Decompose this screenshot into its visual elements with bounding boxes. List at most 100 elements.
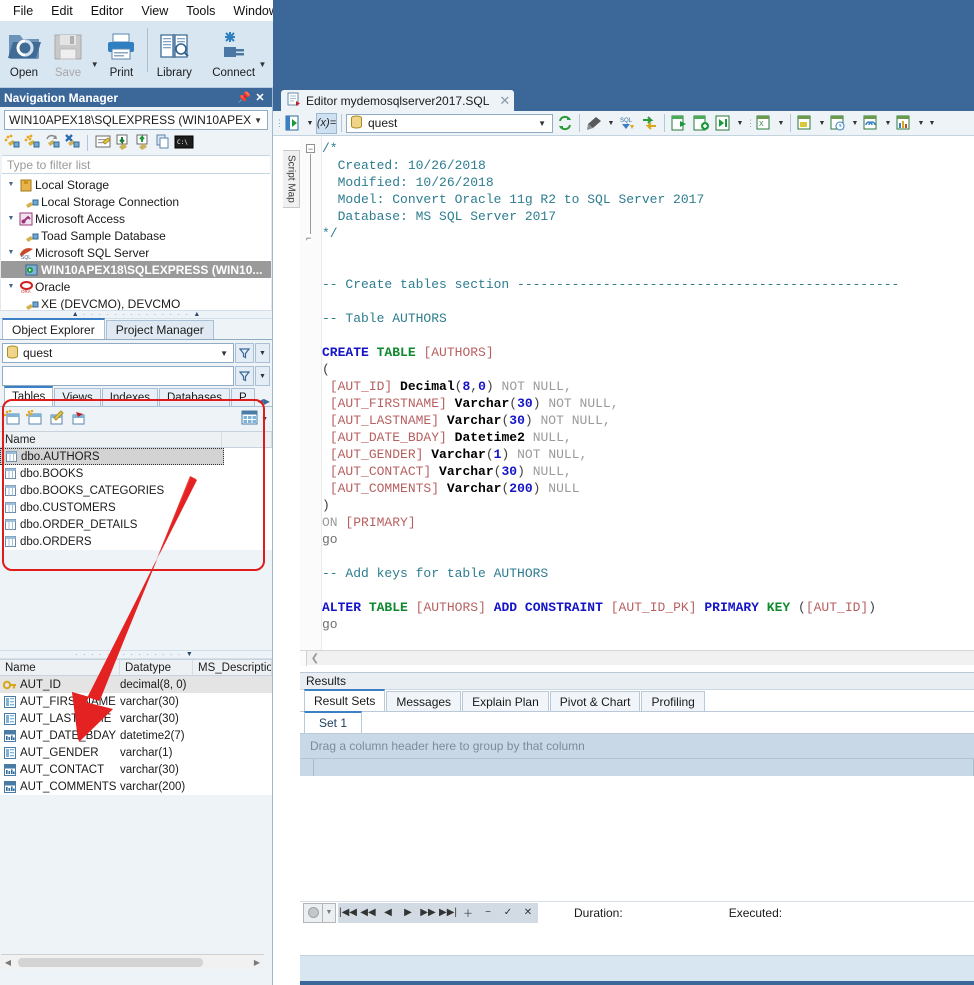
expander-icon[interactable]: ▼ [5, 215, 17, 222]
columns-header-name[interactable]: Name [0, 660, 120, 675]
scroll-right-icon[interactable]: ▶ [250, 958, 264, 967]
tab-object-explorer[interactable]: Object Explorer [2, 318, 105, 339]
table-row-order-details[interactable]: dbo.ORDER_DETAILS [0, 516, 272, 533]
toolbar-button-connect[interactable]: Connect [209, 24, 257, 79]
table-row-books[interactable]: dbo.BOOKS [0, 465, 272, 482]
toolbar-button-open[interactable]: Open [2, 24, 46, 79]
sql-execute-button[interactable] [639, 113, 660, 134]
step-execute-button[interactable] [713, 113, 734, 134]
step-dropdown-icon[interactable]: ▼ [735, 120, 745, 127]
toolbar-drag-handle[interactable]: ⋮ [275, 118, 284, 127]
execute-statement-button[interactable] [669, 113, 690, 134]
export-connections-icon[interactable] [134, 133, 152, 153]
toolbar-button-print[interactable]: Print [99, 24, 143, 79]
commit-record-icon[interactable]: ✓ [498, 907, 518, 918]
tree-node-toad-sample-database[interactable]: Toad Sample Database [1, 227, 271, 244]
toolbar-overflow-icon[interactable]: ▼ [927, 120, 937, 127]
column-row-aut-contact[interactable]: AUT_CONTACT varchar(30) [0, 761, 272, 778]
object-filter-button[interactable] [235, 366, 254, 386]
export-link-button[interactable] [861, 113, 882, 134]
document-tab-editor[interactable]: Editor mydemosqlserver2017.SQL ✕ [281, 90, 515, 111]
object-filter-dropdown-button[interactable]: ▼ [255, 366, 270, 386]
tab-profiling[interactable]: Profiling [641, 691, 705, 711]
prev-page-icon[interactable]: ◀◀ [358, 907, 378, 918]
delete-connection-icon[interactable] [63, 133, 81, 153]
results-grid-body[interactable] [300, 776, 974, 901]
sql-code-content[interactable]: /* Created: 10/26/2018 Modified: 10/26/2… [322, 140, 974, 650]
chevron-down-icon[interactable]: ▼ [534, 119, 550, 128]
new-table-icon[interactable] [3, 409, 21, 429]
collapse-down-icon[interactable]: ▲ [193, 311, 200, 318]
sql-editor[interactable]: − ⌐ /* Created: 10/26/2018 Modified: 10/… [300, 136, 974, 650]
export-grid-button[interactable]: X [754, 113, 775, 134]
chevron-down-icon[interactable]: ▼ [251, 116, 265, 125]
execute-script-green-button[interactable] [691, 113, 712, 134]
tab-explain-plan[interactable]: Explain Plan [462, 691, 549, 711]
next-record-icon[interactable]: ▶ [398, 907, 418, 918]
column-row-aut-lastname[interactable]: AUT_LASTNAME varchar(30) [0, 710, 272, 727]
execute-script-button[interactable] [283, 113, 304, 134]
tree-node-local-storage[interactable]: ▼ Local Storage [1, 176, 271, 193]
tree-node-microsoft-sql-server[interactable]: ▼ SQL Microsoft SQL Server [1, 244, 271, 261]
import-connections-icon[interactable] [114, 133, 132, 153]
edit-table-icon[interactable] [48, 409, 65, 429]
collapse-up-icon[interactable]: ▲ [72, 311, 79, 318]
scrollbar-thumb[interactable] [18, 957, 203, 967]
editor-horizontal-scrollbar[interactable]: ❮ [300, 650, 974, 666]
export-timed-dropdown-icon[interactable]: ▼ [850, 120, 860, 127]
column-row-aut-id[interactable]: AUT_ID decimal(8, 0) [0, 676, 272, 693]
database-combo[interactable]: quest ▼ [2, 343, 234, 363]
toolbar-button-library[interactable]: Library [152, 24, 196, 79]
export-timed-button[interactable] [828, 113, 849, 134]
connection-combo[interactable]: WIN10APEX18\SQLEXPRESS (WIN10APEX18\Cl..… [4, 110, 268, 130]
columns-header-datatype[interactable]: Datatype [120, 660, 193, 675]
filter-dropdown-button[interactable]: ▼ [255, 343, 270, 363]
menu-item-editor[interactable]: Editor [82, 2, 133, 20]
tree-node-sqlexpress-connection[interactable]: WIN10APEX18\SQLEXPRESS (WIN10... [1, 261, 271, 278]
export-excel-button[interactable] [795, 113, 816, 134]
tree-filter-input[interactable]: Type to filter list [2, 155, 270, 174]
script-map-tab[interactable]: Script Map [283, 150, 300, 208]
properties-icon[interactable] [94, 133, 112, 153]
columns-grid-hscrollbar[interactable]: ◀ ▶ [1, 954, 264, 969]
fold-collapse-icon[interactable]: − [306, 144, 315, 154]
tree-node-local-storage-connection[interactable]: Local Storage Connection [1, 193, 271, 210]
toolbar-dropdown-save[interactable]: ▼ [90, 60, 99, 69]
tabstrip-scroll-right-icon[interactable]: ◀▶ [256, 397, 270, 406]
table-row-orders[interactable]: dbo.ORDERS [0, 533, 272, 550]
add-record-icon[interactable]: ＋ [458, 905, 478, 920]
scrollbar-track[interactable] [15, 957, 250, 967]
copy-connection-icon[interactable] [154, 133, 172, 153]
table-row-books-categories[interactable]: dbo.BOOKS_CATEGORIES [0, 482, 272, 499]
tab-indexes[interactable]: Indexes [101, 388, 158, 406]
format-paint-button[interactable] [584, 113, 605, 134]
group-by-dropzone[interactable]: Drag a column header here to group by th… [300, 734, 974, 759]
refresh-connection-icon[interactable] [43, 133, 61, 153]
execute-dropdown-icon[interactable]: ▼ [305, 120, 315, 127]
table-row-customers[interactable]: dbo.CUSTOMERS [0, 499, 272, 516]
tab-views[interactable]: Views [54, 388, 101, 406]
menu-item-view[interactable]: View [132, 2, 177, 20]
column-row-aut-date-bday[interactable]: AUT_DATE_BDAY datetime2(7) [0, 727, 272, 744]
grid-view-dropdown-icon[interactable]: ▼ [261, 416, 268, 423]
scroll-left-icon[interactable]: ◀ [1, 958, 15, 967]
toolbar-button-save[interactable]: Save [46, 24, 90, 79]
expander-icon[interactable]: ▼ [5, 249, 17, 256]
first-record-icon[interactable]: |◀◀ [338, 907, 358, 918]
collapse-down-icon[interactable]: ▼ [186, 651, 193, 658]
cancel-record-icon[interactable]: ✕ [518, 907, 538, 918]
tab-databases[interactable]: Databases [159, 388, 230, 406]
refresh-connection-button[interactable] [554, 113, 575, 134]
tree-node-xe-devcmo[interactable]: XE (DEVCMO), DEVCMO [1, 295, 271, 310]
export-link-dropdown-icon[interactable]: ▼ [883, 120, 893, 127]
tab-set-1[interactable]: Set 1 [304, 711, 363, 733]
tree-node-oracle[interactable]: ▼ ORA Oracle [1, 278, 271, 295]
menu-item-edit[interactable]: Edit [42, 2, 82, 20]
export-chart-dropdown-icon[interactable]: ▼ [916, 120, 926, 127]
new-connection-icon[interactable] [3, 133, 21, 153]
columns-header-description[interactable]: MS_Description [193, 660, 272, 675]
export-dropdown-icon[interactable]: ▼ [776, 120, 786, 127]
table-row-authors[interactable]: dbo.AUTHORS [0, 448, 224, 465]
expander-icon[interactable]: ▼ [5, 283, 17, 290]
tab-project-manager[interactable]: Project Manager [105, 320, 214, 339]
